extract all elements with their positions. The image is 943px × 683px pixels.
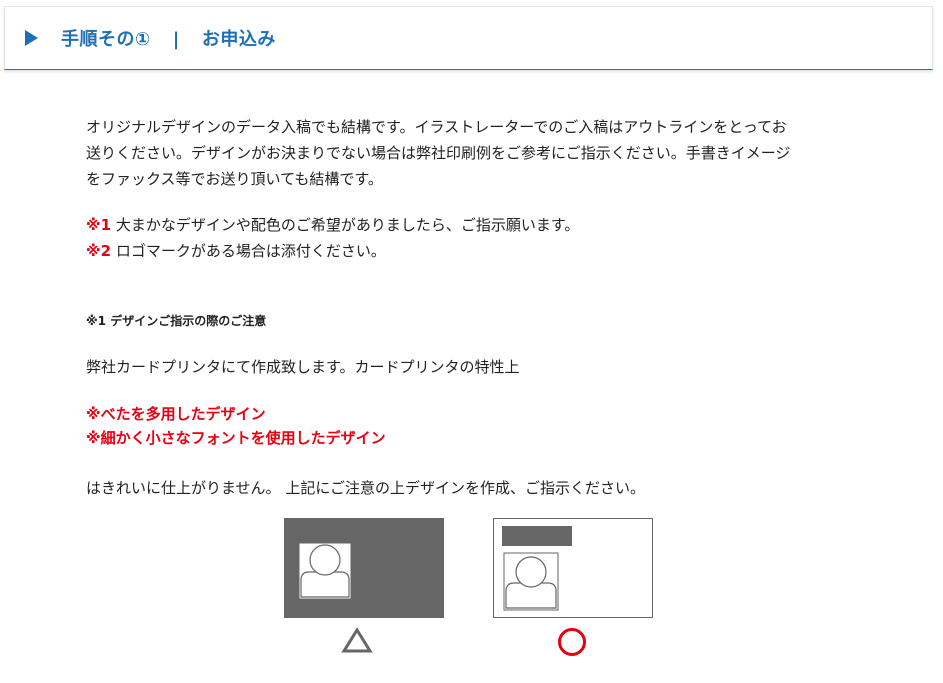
note-1-mark: ※1 <box>86 216 112 234</box>
intro-section: オリジナルデザインのデータ入稿でも結構です。イラストレーターでのご入稿はアウトラ… <box>86 114 856 264</box>
note-2-text: ロゴマークがある場合は添付ください。 <box>115 242 386 260</box>
caution-tail: はきれいに仕上がりません。 上記にご注意の上デザインを作成、ご指示ください。 <box>86 479 646 497</box>
warning-small-font: ※細かく小さなフォントを使用したデザイン <box>86 429 386 447</box>
circle-icon <box>558 628 586 656</box>
note-1-text: 大まかなデザインや配色のご希望がありましたら、ご指示願います。 <box>115 216 580 234</box>
triangle-icon <box>341 627 373 653</box>
intro-line-1: オリジナルデザインのデータ入稿でも結構です。イラストレーターでのご入稿はアウトラ… <box>86 118 787 136</box>
caution-heading: ※1 デザインご指示の際のご注意 <box>86 314 267 328</box>
step-number: 手順その① <box>61 29 151 50</box>
intro-line-2: 送りください。デザインがお決まりでない場合は弊社印刷例をご参考にご指示ください。… <box>86 144 791 162</box>
intro-line-3: をファックス等でお送り頂いても結構です。 <box>86 170 383 188</box>
step-header: 手順その① | お申込み <box>4 6 933 70</box>
caution-lead: 弊社カードプリンタにて作成致します。カードプリンタの特性上 <box>86 358 520 376</box>
example-card-good <box>493 518 653 618</box>
note-2-mark: ※2 <box>86 242 112 260</box>
play-arrow-icon <box>25 30 38 46</box>
step-title: 手順その① | お申込み <box>61 25 276 51</box>
page: 手順その① | お申込み オリジナルデザインのデータ入稿でも結構です。イラストレータ… <box>0 0 943 683</box>
note-2: ※2 ロゴマークがある場合は添付ください。 <box>86 238 856 264</box>
card-good-illustration <box>502 526 572 611</box>
step-name: お申込み <box>201 29 276 50</box>
card-bad-illustration <box>298 542 352 600</box>
example-card-bad <box>284 518 444 618</box>
warning-solid-fill: ※べたを多用したデザイン <box>86 405 266 423</box>
note-1: ※1 大まかなデザインや配色のご希望がありましたら、ご指示願います。 <box>86 212 856 238</box>
title-separator: | <box>172 29 180 50</box>
